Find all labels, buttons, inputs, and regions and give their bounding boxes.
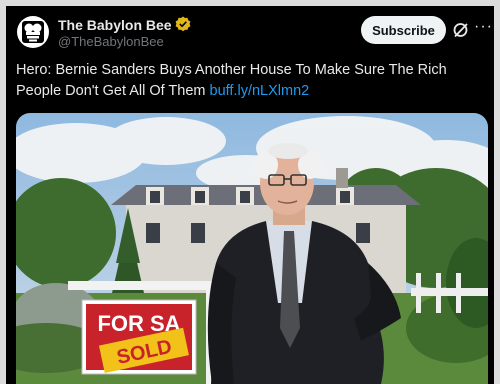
post-text: Hero: Bernie Sanders Buys Another House … [16,60,488,102]
avatar[interactable] [17,16,49,48]
author-name[interactable]: The Babylon Bee [58,16,191,35]
post-card: The Babylon Bee @TheBabylonBee Subscribe… [6,6,494,384]
post-link[interactable]: buff.ly/nLXlmn2 [210,83,310,99]
verified-badge-icon [175,16,191,35]
author-handle[interactable]: @TheBabylonBee [58,34,164,49]
for-sale-sign: FOR SA SOLD [81,299,197,375]
image-illustration: FOR SA SOLD [16,113,488,384]
author-name-text: The Babylon Bee [58,17,172,33]
post-image[interactable]: FOR SA SOLD [16,113,488,384]
subscribe-button[interactable]: Subscribe [361,16,446,44]
babylon-bee-logo-icon [22,21,44,43]
more-options-icon[interactable]: ··· [474,18,493,36]
grok-icon[interactable] [452,21,470,39]
